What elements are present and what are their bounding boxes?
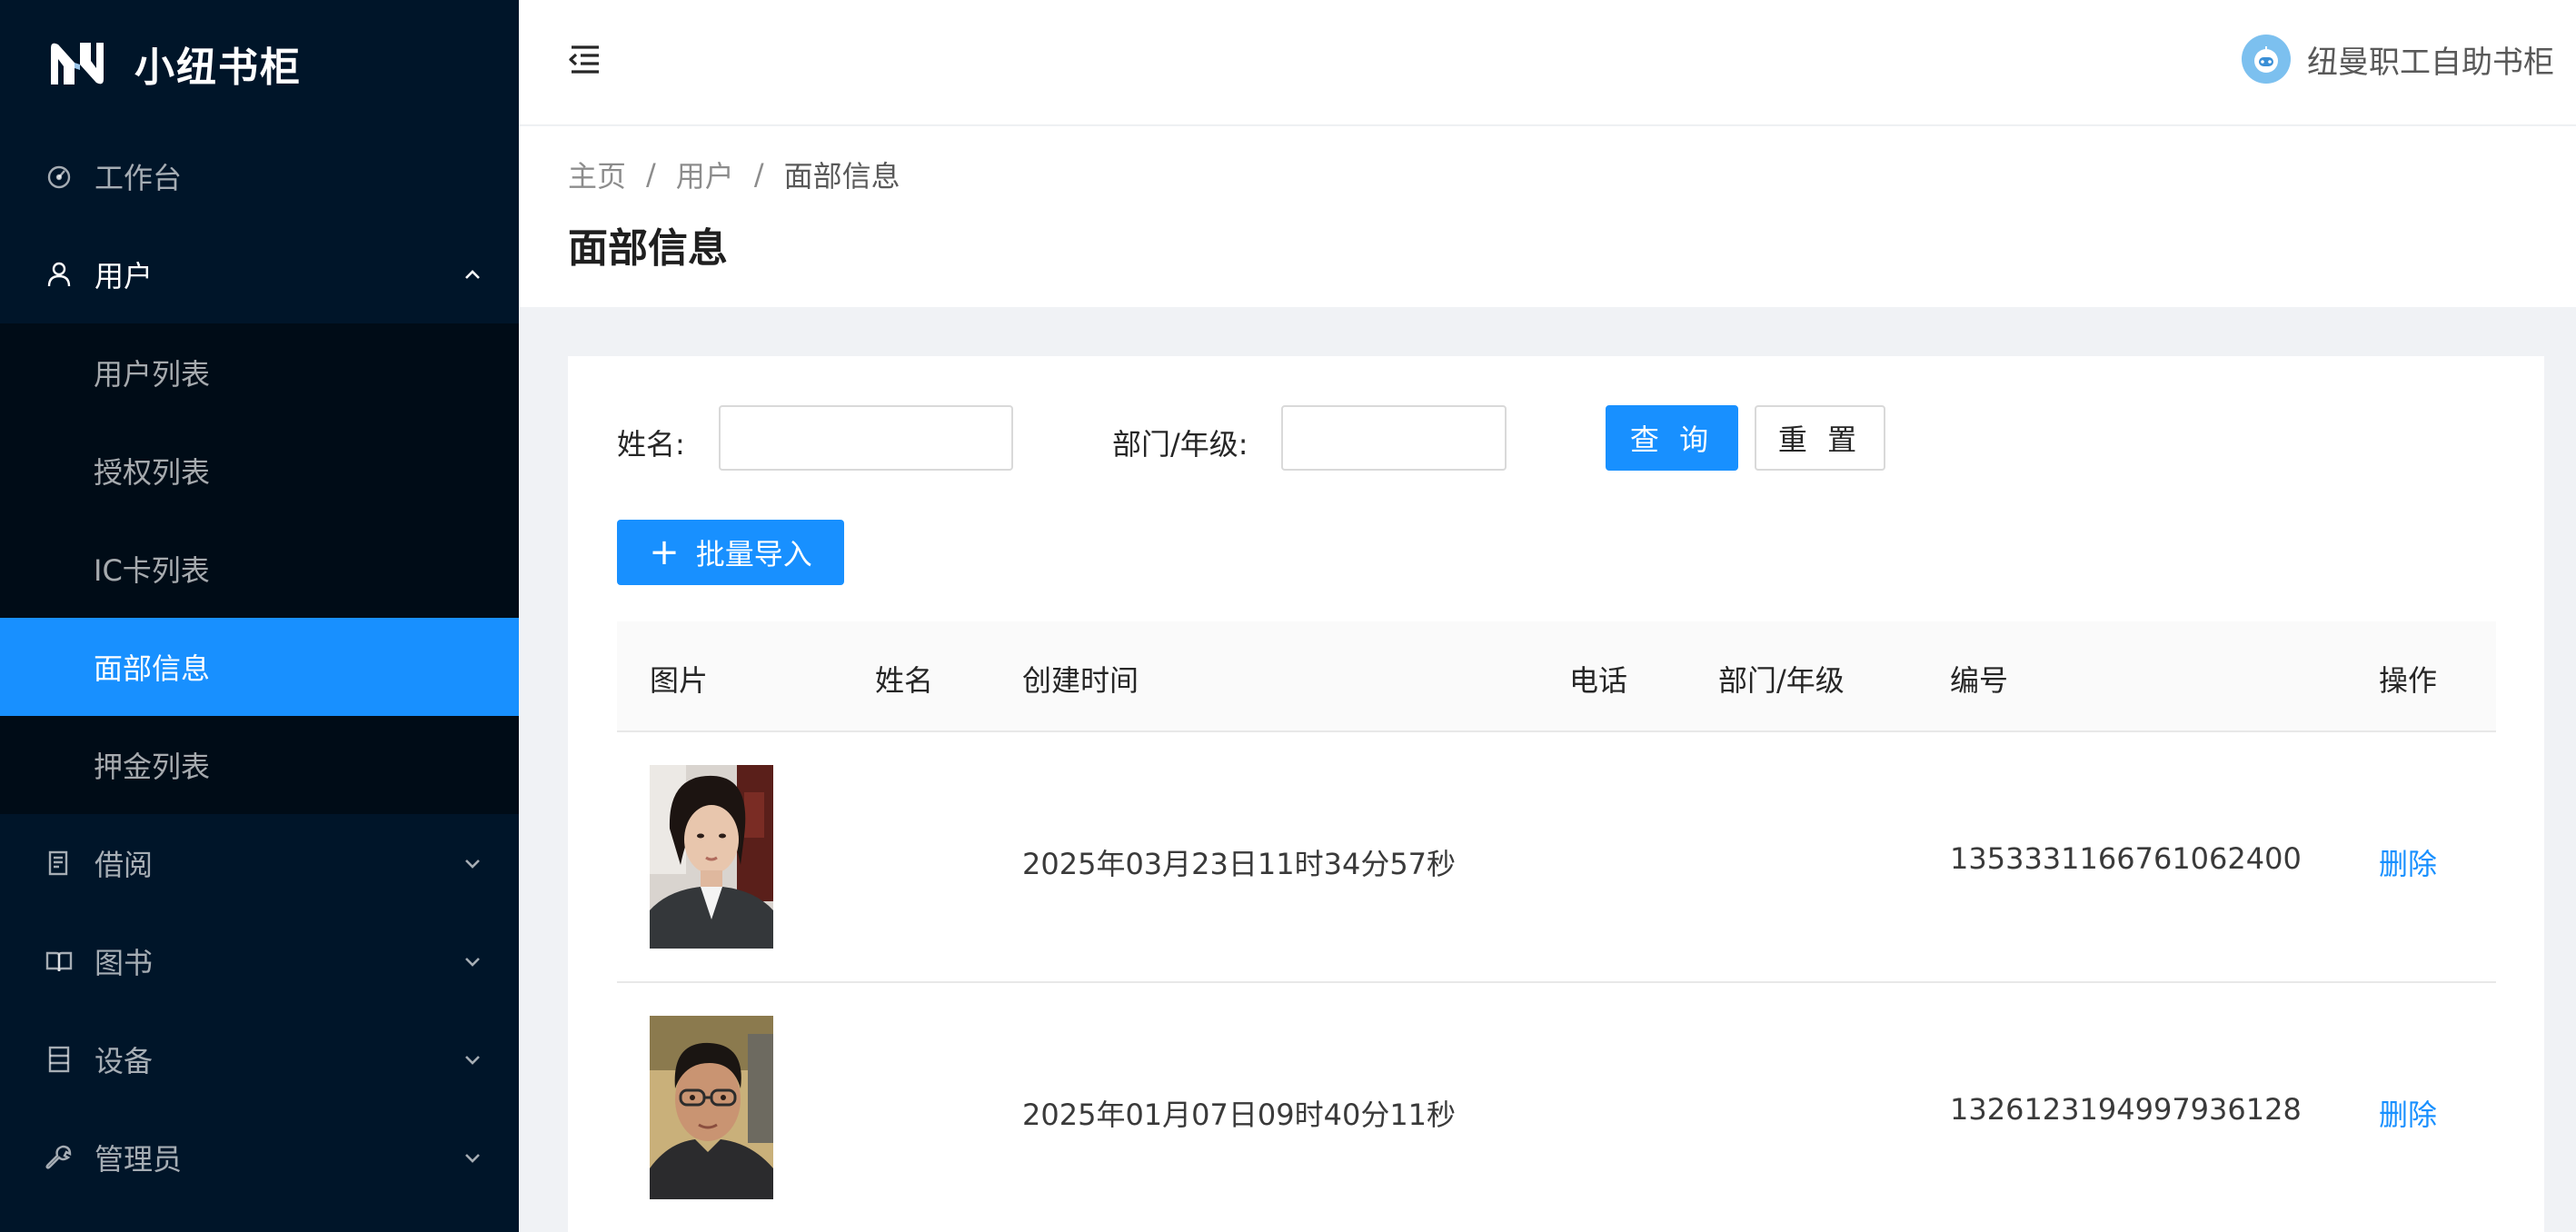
column-header-photo: 图片 <box>650 663 709 698</box>
table-row: 2025年03月23日11时34分57秒 1353331166761062400… <box>617 732 2496 983</box>
app-logo[interactable]: 小纽书柜 <box>0 0 519 127</box>
sidebar-item-deposit-list[interactable]: 押金列表 <box>0 716 519 814</box>
sidebar-item-dashboard[interactable]: 工作台 <box>0 127 519 225</box>
user-name: 纽曼职工自助书柜 <box>2307 44 2554 81</box>
sidebar-item-user-list[interactable]: 用户列表 <box>0 323 519 422</box>
face-info-table: 图片 姓名 创建时间 电话 部门/年级 编号 操作 2025年03月23日11时… <box>617 621 2496 1232</box>
face-photo-image <box>650 1016 773 1199</box>
sidebar-item-devices[interactable]: 设备 <box>0 1010 519 1108</box>
borrow-icon <box>44 848 75 879</box>
column-header-name: 姓名 <box>875 663 934 698</box>
robot-avatar-icon <box>2254 46 2278 73</box>
chevron-up-icon <box>465 270 480 279</box>
column-header-created: 创建时间 <box>1022 663 1139 698</box>
cell-created: 2025年03月23日11时34分57秒 <box>1022 847 1457 881</box>
dashboard-icon <box>44 161 75 192</box>
avatar <box>2242 35 2291 84</box>
face-photo <box>650 765 773 949</box>
book-icon <box>44 946 75 977</box>
sidebar-item-label: 面部信息 <box>94 651 211 686</box>
delete-link[interactable]: 删除 <box>2379 841 2437 883</box>
sidebar-item-admin[interactable]: 管理员 <box>0 1108 519 1207</box>
delete-link[interactable]: 删除 <box>2379 1092 2437 1134</box>
device-icon <box>44 1044 75 1075</box>
page-title: 面部信息 <box>568 225 728 272</box>
breadcrumb-separator: / <box>753 157 764 192</box>
sidebar-item-ic-card-list[interactable]: IC卡列表 <box>0 520 519 618</box>
wrench-icon <box>44 1142 75 1173</box>
sidebar-item-auth-list[interactable]: 授权列表 <box>0 422 519 520</box>
app-title: 小纽书柜 <box>134 45 302 91</box>
chevron-down-icon <box>465 1154 480 1163</box>
sidebar-item-label: 用户 <box>94 259 154 293</box>
breadcrumb: 主页 / 用户 / 面部信息 <box>568 154 900 195</box>
batch-import-button[interactable]: + 批量导入 <box>617 520 844 585</box>
sidebar-item-label: 图书 <box>94 946 154 980</box>
cell-id: 1353331166761062400 <box>1950 841 2302 876</box>
chevron-down-icon <box>465 1056 480 1065</box>
breadcrumb-current: 面部信息 <box>783 159 900 194</box>
chevron-down-icon <box>465 859 480 869</box>
menu-fold-icon[interactable] <box>564 40 604 80</box>
batch-import-label: 批量导入 <box>695 537 812 571</box>
logo-icon <box>51 43 104 84</box>
column-header-id: 编号 <box>1950 663 2009 698</box>
sidebar-item-label: 设备 <box>94 1044 154 1078</box>
user-icon <box>44 259 75 290</box>
breadcrumb-users[interactable]: 用户 <box>676 154 734 195</box>
breadcrumb-separator: / <box>646 157 656 192</box>
name-label: 姓名: <box>617 427 685 462</box>
page-header: 主页 / 用户 / 面部信息 面部信息 <box>519 126 2576 307</box>
sidebar-item-label: 工作台 <box>94 161 183 195</box>
column-header-dept: 部门/年级 <box>1718 663 1845 698</box>
name-input[interactable] <box>719 405 1013 471</box>
column-header-action: 操作 <box>2379 663 2438 698</box>
cell-id: 1326123194997936128 <box>1950 1092 2302 1127</box>
cell-created: 2025年01月07日09时40分11秒 <box>1022 1098 1457 1132</box>
sidebar: 小纽书柜 工作台 用户 用户列表 授权列表 IC卡列表 面部信息 押金列表 借阅… <box>0 0 519 1232</box>
users-submenu: 用户列表 授权列表 IC卡列表 面部信息 押金列表 <box>0 323 519 814</box>
sidebar-item-label: 借阅 <box>94 848 154 882</box>
sidebar-item-label: 管理员 <box>94 1142 183 1177</box>
top-header: 纽曼职工自助书柜 <box>519 0 2576 125</box>
dept-input[interactable] <box>1281 405 1507 471</box>
table-header: 图片 姓名 创建时间 电话 部门/年级 编号 操作 <box>617 621 2496 732</box>
breadcrumb-home[interactable]: 主页 <box>568 154 626 195</box>
content-card: 姓名: 部门/年级: 查 询 重 置 + 批量导入 图片 姓名 创建时间 电话 … <box>568 356 2544 1232</box>
sidebar-item-label: 用户列表 <box>94 357 211 392</box>
query-button[interactable]: 查 询 <box>1606 405 1738 471</box>
sidebar-item-face-info[interactable]: 面部信息 <box>0 618 519 716</box>
face-photo-image <box>650 765 773 949</box>
column-header-phone: 电话 <box>1569 663 1628 698</box>
plus-icon: + <box>649 532 680 573</box>
user-menu[interactable]: 纽曼职工自助书柜 <box>2242 35 2554 84</box>
face-photo <box>650 1016 773 1199</box>
sidebar-item-label: 授权列表 <box>94 455 211 490</box>
table-row: 2025年01月07日09时40分11秒 1326123194997936128… <box>617 983 2496 1232</box>
sidebar-item-books[interactable]: 图书 <box>0 912 519 1010</box>
sidebar-item-borrow[interactable]: 借阅 <box>0 814 519 912</box>
search-form: 姓名: 部门/年级: 查 询 重 置 <box>617 405 2525 471</box>
chevron-down-icon <box>465 958 480 967</box>
reset-button[interactable]: 重 置 <box>1755 405 1885 471</box>
sidebar-item-label: IC卡列表 <box>94 553 210 588</box>
dept-label: 部门/年级: <box>1112 427 1248 462</box>
sidebar-item-users[interactable]: 用户 <box>0 225 519 323</box>
sidebar-item-label: 押金列表 <box>94 750 211 784</box>
